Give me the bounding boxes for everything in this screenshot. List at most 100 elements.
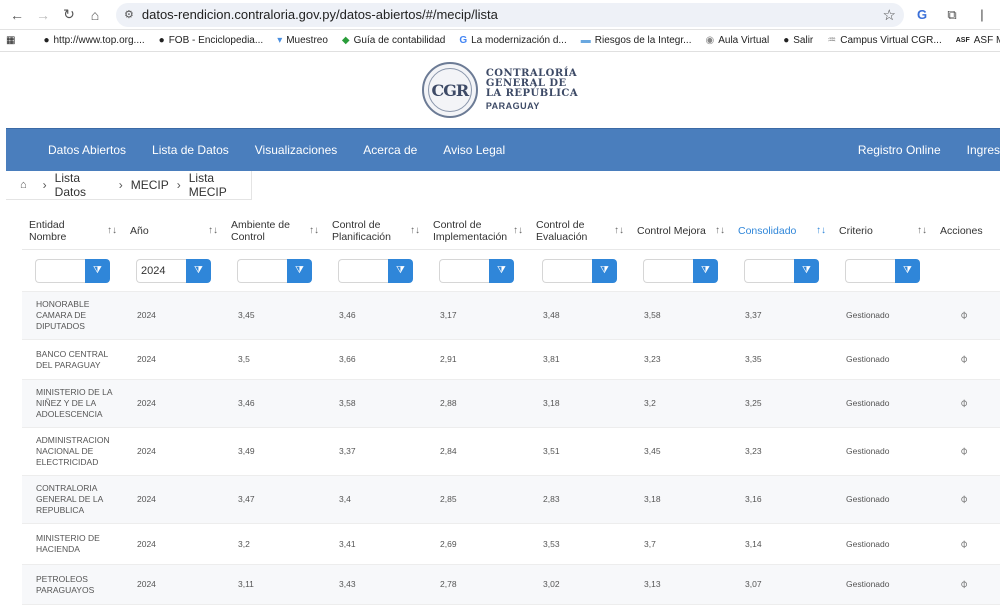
cap-icon: ♒ xyxy=(827,35,837,46)
cell-implementacion: 2,91 xyxy=(440,354,457,364)
bookmark-item[interactable]: ASFASF Mexico xyxy=(956,35,1000,46)
bookmark-item[interactable]: ● FOB - Enciclopedia... xyxy=(159,35,264,46)
sort-icon[interactable]: ↑↓ xyxy=(208,225,218,237)
filter-icon[interactable]: ⧩ xyxy=(794,258,819,283)
bookmark-item[interactable]: ▬ Riesgos de la Integr... xyxy=(581,35,692,46)
filter-icon[interactable]: ⧩ xyxy=(489,258,514,283)
extensions-icon[interactable]: ⧉ xyxy=(940,4,964,26)
nav-registro-online[interactable]: Registro Online xyxy=(858,143,941,157)
column-header-ambiente[interactable]: Ambiente de Control ↑↓ xyxy=(224,219,325,243)
filter-input-entidad[interactable] xyxy=(35,258,85,283)
site-settings-icon[interactable]: ⚙ xyxy=(124,8,134,21)
filter-icon[interactable]: ⧩ xyxy=(186,258,211,283)
apps-icon[interactable]: ▦ xyxy=(6,35,15,46)
column-header-planificacion[interactable]: Control de Planificación ↑↓ xyxy=(325,219,426,243)
filter-icon[interactable]: ⧩ xyxy=(85,258,110,283)
column-header-consolidado[interactable]: Consolidado ↑↓ xyxy=(731,225,832,237)
back-icon[interactable]: ← xyxy=(6,4,28,26)
breadcrumb-lista-datos[interactable]: Lista Datos xyxy=(55,171,111,199)
filter-input-ambiente[interactable] xyxy=(237,258,287,283)
bookmark-label: http://www.top.org.... xyxy=(53,35,145,46)
nav-aviso-legal[interactable]: Aviso Legal xyxy=(443,143,505,157)
column-header-label: Acciones xyxy=(940,224,983,237)
breadcrumb-mecip[interactable]: MECIP xyxy=(131,178,169,192)
sort-icon[interactable]: ↑↓ xyxy=(715,225,725,237)
filter-input-consolidado[interactable] xyxy=(744,258,794,283)
cell-planificacion: 3,58 xyxy=(339,398,356,408)
filter-input-mejora[interactable] xyxy=(643,258,693,283)
attachment-icon[interactable]: ⌀ xyxy=(957,309,970,322)
sort-icon[interactable]: ↑↓ xyxy=(513,225,523,237)
filter-input-implementacion[interactable] xyxy=(439,258,489,283)
home-icon[interactable]: ⌂ xyxy=(20,179,27,191)
bookmark-item[interactable]: ♒ Campus Virtual CGR... xyxy=(827,35,941,46)
sort-icon[interactable]: ↑↓ xyxy=(614,225,624,237)
sort-icon[interactable]: ↑↓ xyxy=(107,225,117,237)
filter-icon[interactable]: ⧩ xyxy=(592,258,617,283)
bookmark-item[interactable]: ◆ Guía de contabilidad xyxy=(342,35,445,46)
column-header-implementacion[interactable]: Control de Implementación ↑↓ xyxy=(426,219,529,243)
cell-anio: 2024 xyxy=(137,398,156,408)
nav-ingresar[interactable]: Ingres xyxy=(967,143,1000,157)
cell-consolidado: 3,23 xyxy=(745,446,762,456)
filter-input-anio[interactable]: 2024 xyxy=(136,258,186,283)
sort-icon[interactable]: ↑↓ xyxy=(917,225,927,237)
cell-evaluacion: 3,51 xyxy=(543,446,560,456)
nav-datos-abiertos[interactable]: Datos Abiertos xyxy=(48,143,126,157)
cell-mejora: 3,13 xyxy=(644,579,661,589)
bookmark-item[interactable]: ◉ Aula Virtual xyxy=(705,35,769,46)
filter-input-criterio[interactable] xyxy=(845,258,895,283)
logo-country: PARAGUAY xyxy=(485,101,540,111)
filter-icon[interactable]: ⧩ xyxy=(693,258,718,283)
cell-entidad: CONTRALORIA GENERAL DE LA REPUBLICA xyxy=(36,483,103,515)
profile-icon[interactable]: | xyxy=(970,4,994,26)
bookmark-star-icon[interactable]: ☆ xyxy=(883,6,896,24)
forward-icon[interactable]: → xyxy=(32,4,54,26)
column-header-label: Control Mejora xyxy=(637,224,706,237)
url-text[interactable]: datos-rendicion.contraloria.gov.py/datos… xyxy=(142,7,883,22)
filter-row: ⧩ 2024 ⧩ ⧩ ⧩ ⧩ ⧩ ⧩ ⧩ ⧩ xyxy=(22,250,1000,292)
cell-ambiente: 3,46 xyxy=(238,398,255,408)
sort-icon[interactable]: ↑↓ xyxy=(309,225,319,237)
address-bar[interactable]: ⚙ datos-rendicion.contraloria.gov.py/dat… xyxy=(116,2,904,27)
translate-icon[interactable]: G xyxy=(910,4,934,26)
nav-lista-de-datos[interactable]: Lista de Datos xyxy=(152,143,229,157)
bookmark-item[interactable]: ● Salir xyxy=(783,35,813,46)
cell-criterio: Gestionado xyxy=(846,494,890,504)
sort-icon[interactable]: ↑↓ xyxy=(816,225,826,237)
nav-acerca-de[interactable]: Acerca de xyxy=(363,143,417,157)
table-body: HONORABLE CAMARA DE DIPUTADOS 2024 3,45 3,4… xyxy=(22,292,1000,605)
attachment-icon[interactable]: ⌀ xyxy=(957,578,970,591)
filter-icon[interactable]: ⧩ xyxy=(895,258,920,283)
column-header-anio[interactable]: Año ↑↓ xyxy=(123,225,224,237)
attachment-icon[interactable]: ⌀ xyxy=(957,493,970,506)
column-header-mejora[interactable]: Control Mejora ↑↓ xyxy=(630,225,731,237)
cell-implementacion: 2,84 xyxy=(440,446,457,456)
column-header-acciones: Acciones xyxy=(933,225,1000,237)
nav-visualizaciones[interactable]: Visualizaciones xyxy=(255,143,338,157)
filter-input-evaluacion[interactable] xyxy=(542,258,592,283)
sort-icon[interactable]: ↑↓ xyxy=(410,225,420,237)
bookmark-item[interactable]: ▾ Muestreo xyxy=(277,35,328,46)
home-icon[interactable]: ⌂ xyxy=(84,4,106,26)
bookmark-item[interactable]: ● http://www.top.org.... xyxy=(43,35,144,46)
cell-anio: 2024 xyxy=(137,494,156,504)
column-header-entidad[interactable]: Entidad Nombre ↑↓ xyxy=(22,219,123,243)
chevron-right-icon: › xyxy=(118,178,123,192)
reload-icon[interactable]: ↻ xyxy=(58,4,80,26)
bookmark-item[interactable]: G La modernización d... xyxy=(459,35,566,46)
attachment-icon[interactable]: ⌀ xyxy=(957,537,970,550)
attachment-icon[interactable]: ⌀ xyxy=(957,353,970,366)
attachment-icon[interactable]: ⌀ xyxy=(957,445,970,458)
bookmark-label: Muestreo xyxy=(286,35,328,46)
filter-input-planificacion[interactable] xyxy=(338,258,388,283)
column-header-criterio[interactable]: Criterio ↑↓ xyxy=(832,225,933,237)
cgr-logo[interactable]: CGR CONTRALORÍA GENERAL DE LA REPÚBLICA … xyxy=(421,62,578,118)
filter-icon[interactable]: ⧩ xyxy=(388,258,413,283)
cell-acciones: ⌀ xyxy=(933,445,1000,458)
cell-evaluacion: 3,81 xyxy=(543,354,560,364)
filter-icon[interactable]: ⧩ xyxy=(287,258,312,283)
column-header-evaluacion[interactable]: Control de Evaluación ↑↓ xyxy=(529,219,630,243)
attachment-icon[interactable]: ⌀ xyxy=(957,397,970,410)
cell-anio: 2024 xyxy=(137,446,156,456)
